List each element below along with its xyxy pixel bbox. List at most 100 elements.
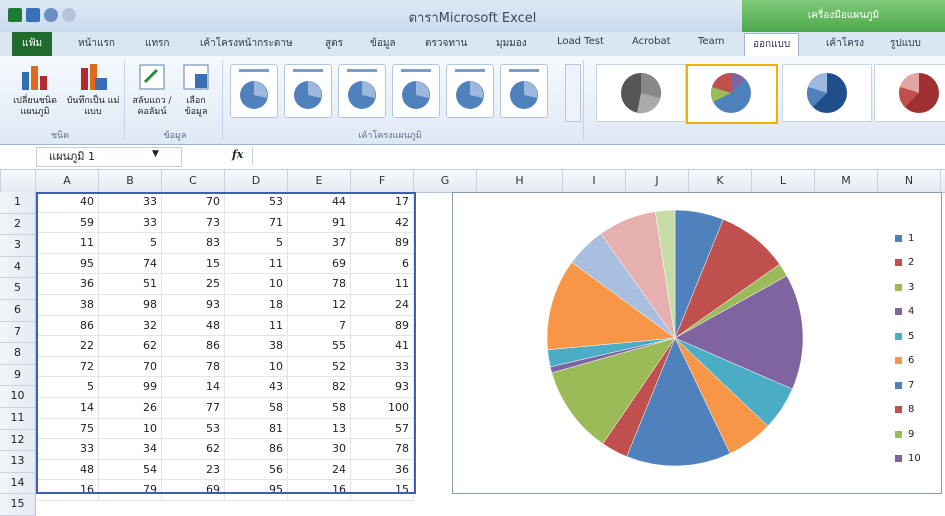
row-header-1[interactable]: 1	[0, 192, 36, 214]
chart-layout-option-6[interactable]	[500, 64, 548, 118]
tab-acrobat[interactable]: Acrobat	[632, 36, 671, 47]
chart-style-gray[interactable]	[596, 64, 686, 122]
cell-D3[interactable]: 5	[225, 233, 288, 254]
row-header-4[interactable]: 4	[0, 256, 36, 279]
cell-F12[interactable]: 57	[351, 418, 414, 440]
cell-F9[interactable]: 33	[351, 356, 414, 378]
gallery-scroll-arrows[interactable]	[565, 64, 581, 122]
cell-E10[interactable]: 82	[288, 377, 351, 398]
cell-C8[interactable]: 86	[162, 336, 225, 357]
change-chart-type-button[interactable]: เปลี่ยนชนิด แผนภูมิ	[6, 62, 64, 118]
tab-insert[interactable]: แทรก	[145, 36, 169, 51]
cell-E9[interactable]: 52	[288, 356, 351, 378]
cell-D4[interactable]: 11	[225, 253, 288, 275]
cell-B4[interactable]: 74	[99, 253, 162, 275]
column-header-D[interactable]: D	[225, 170, 288, 192]
cell-D12[interactable]: 81	[225, 418, 288, 440]
cell-C2[interactable]: 73	[162, 212, 225, 234]
cell-B9[interactable]: 70	[99, 356, 162, 378]
row-header-3[interactable]: 3	[0, 235, 36, 257]
cell-D2[interactable]: 71	[225, 212, 288, 234]
cell-B5[interactable]: 51	[99, 274, 162, 295]
column-header-G[interactable]: G	[414, 170, 477, 192]
column-header-M[interactable]: M	[815, 170, 878, 192]
row-header-14[interactable]: 14	[0, 472, 36, 495]
cell-D1[interactable]: 53	[225, 192, 288, 213]
cell-C11[interactable]: 77	[162, 397, 225, 419]
tab-view[interactable]: มุมมอง	[496, 36, 527, 51]
cell-A9[interactable]: 72	[36, 356, 99, 378]
cell-F8[interactable]: 41	[351, 336, 414, 357]
cell-A11[interactable]: 14	[36, 397, 99, 419]
row-header-7[interactable]: 7	[0, 321, 36, 344]
cell-F1[interactable]: 17	[351, 192, 414, 213]
cell-E5[interactable]: 78	[288, 274, 351, 295]
row-header-10[interactable]: 10	[0, 386, 36, 408]
tab-load-test[interactable]: Load Test	[557, 36, 604, 47]
column-header-H[interactable]: H	[477, 170, 563, 192]
pie-chart-object[interactable]	[452, 192, 942, 494]
cell-E11[interactable]: 58	[288, 397, 351, 419]
cell-F11[interactable]: 100	[351, 397, 414, 419]
cell-B11[interactable]: 26	[99, 397, 162, 419]
name-box[interactable]: แผนภูมิ 1	[36, 147, 182, 167]
cell-F3[interactable]: 89	[351, 233, 414, 254]
cell-E6[interactable]: 12	[288, 294, 351, 316]
row-header-12[interactable]: 12	[0, 429, 36, 452]
chart-style-red[interactable]	[874, 64, 945, 122]
cell-A4[interactable]: 95	[36, 253, 99, 275]
cell-E4[interactable]: 69	[288, 253, 351, 275]
cell-B1[interactable]: 33	[99, 192, 162, 213]
row-header-11[interactable]: 11	[0, 407, 36, 430]
cell-A1[interactable]: 40	[36, 192, 99, 213]
chart-layout-option-4[interactable]	[392, 64, 440, 118]
column-header-I[interactable]: I	[563, 170, 626, 192]
tab-formulas[interactable]: สูตร	[325, 36, 343, 51]
cell-C10[interactable]: 14	[162, 377, 225, 398]
cell-F4[interactable]: 6	[351, 253, 414, 275]
cell-E2[interactable]: 91	[288, 212, 351, 234]
cell-A2[interactable]: 59	[36, 212, 99, 234]
switch-row-column-button[interactable]: สลับแถว /คอลัมน์	[128, 62, 176, 118]
cell-D5[interactable]: 10	[225, 274, 288, 295]
select-all-corner[interactable]	[0, 170, 36, 192]
cell-C4[interactable]: 15	[162, 253, 225, 275]
chart-style-colorful[interactable]	[686, 64, 778, 124]
cell-A3[interactable]: 11	[36, 233, 99, 254]
row-header-15[interactable]: 15	[0, 494, 36, 516]
insert-function-icon[interactable]: fx	[232, 148, 243, 161]
cell-B14[interactable]: 54	[99, 459, 162, 481]
tab-team[interactable]: Team	[698, 36, 724, 47]
cell-B13[interactable]: 34	[99, 439, 162, 460]
tab-page-layout[interactable]: เค้าโครงหน้ากระดาษ	[200, 36, 293, 51]
tab-data[interactable]: ข้อมูล	[370, 36, 396, 51]
cell-F15[interactable]: 15	[351, 480, 414, 501]
cell-A5[interactable]: 36	[36, 274, 99, 295]
column-header-F[interactable]: F	[351, 170, 414, 192]
chart-layout-option-5[interactable]	[446, 64, 494, 118]
cell-A12[interactable]: 75	[36, 418, 99, 440]
row-header-13[interactable]: 13	[0, 451, 36, 473]
cell-A14[interactable]: 48	[36, 459, 99, 481]
column-header-B[interactable]: B	[99, 170, 162, 192]
column-header-J[interactable]: J	[626, 170, 689, 192]
cell-D13[interactable]: 86	[225, 439, 288, 460]
column-header-N[interactable]: N	[878, 170, 941, 192]
column-header-K[interactable]: K	[689, 170, 752, 192]
cell-C7[interactable]: 48	[162, 315, 225, 337]
tab-design[interactable]: ออกแบบ	[744, 33, 800, 57]
name-box-dropdown-icon[interactable]: ▼	[152, 149, 159, 159]
tab-review[interactable]: ตรวจทาน	[425, 36, 467, 51]
cell-D14[interactable]: 56	[225, 459, 288, 481]
cell-E14[interactable]: 24	[288, 459, 351, 481]
cell-B6[interactable]: 98	[99, 294, 162, 316]
row-header-9[interactable]: 9	[0, 364, 36, 387]
cell-F6[interactable]: 24	[351, 294, 414, 316]
row-header-6[interactable]: 6	[0, 299, 36, 322]
select-data-button[interactable]: เลือก ข้อมูล	[176, 62, 216, 118]
cell-B15[interactable]: 79	[99, 480, 162, 501]
column-header-C[interactable]: C	[162, 170, 225, 192]
tab-format[interactable]: รูปแบบ	[890, 36, 921, 51]
cell-C15[interactable]: 69	[162, 480, 225, 501]
cell-E15[interactable]: 16	[288, 480, 351, 501]
